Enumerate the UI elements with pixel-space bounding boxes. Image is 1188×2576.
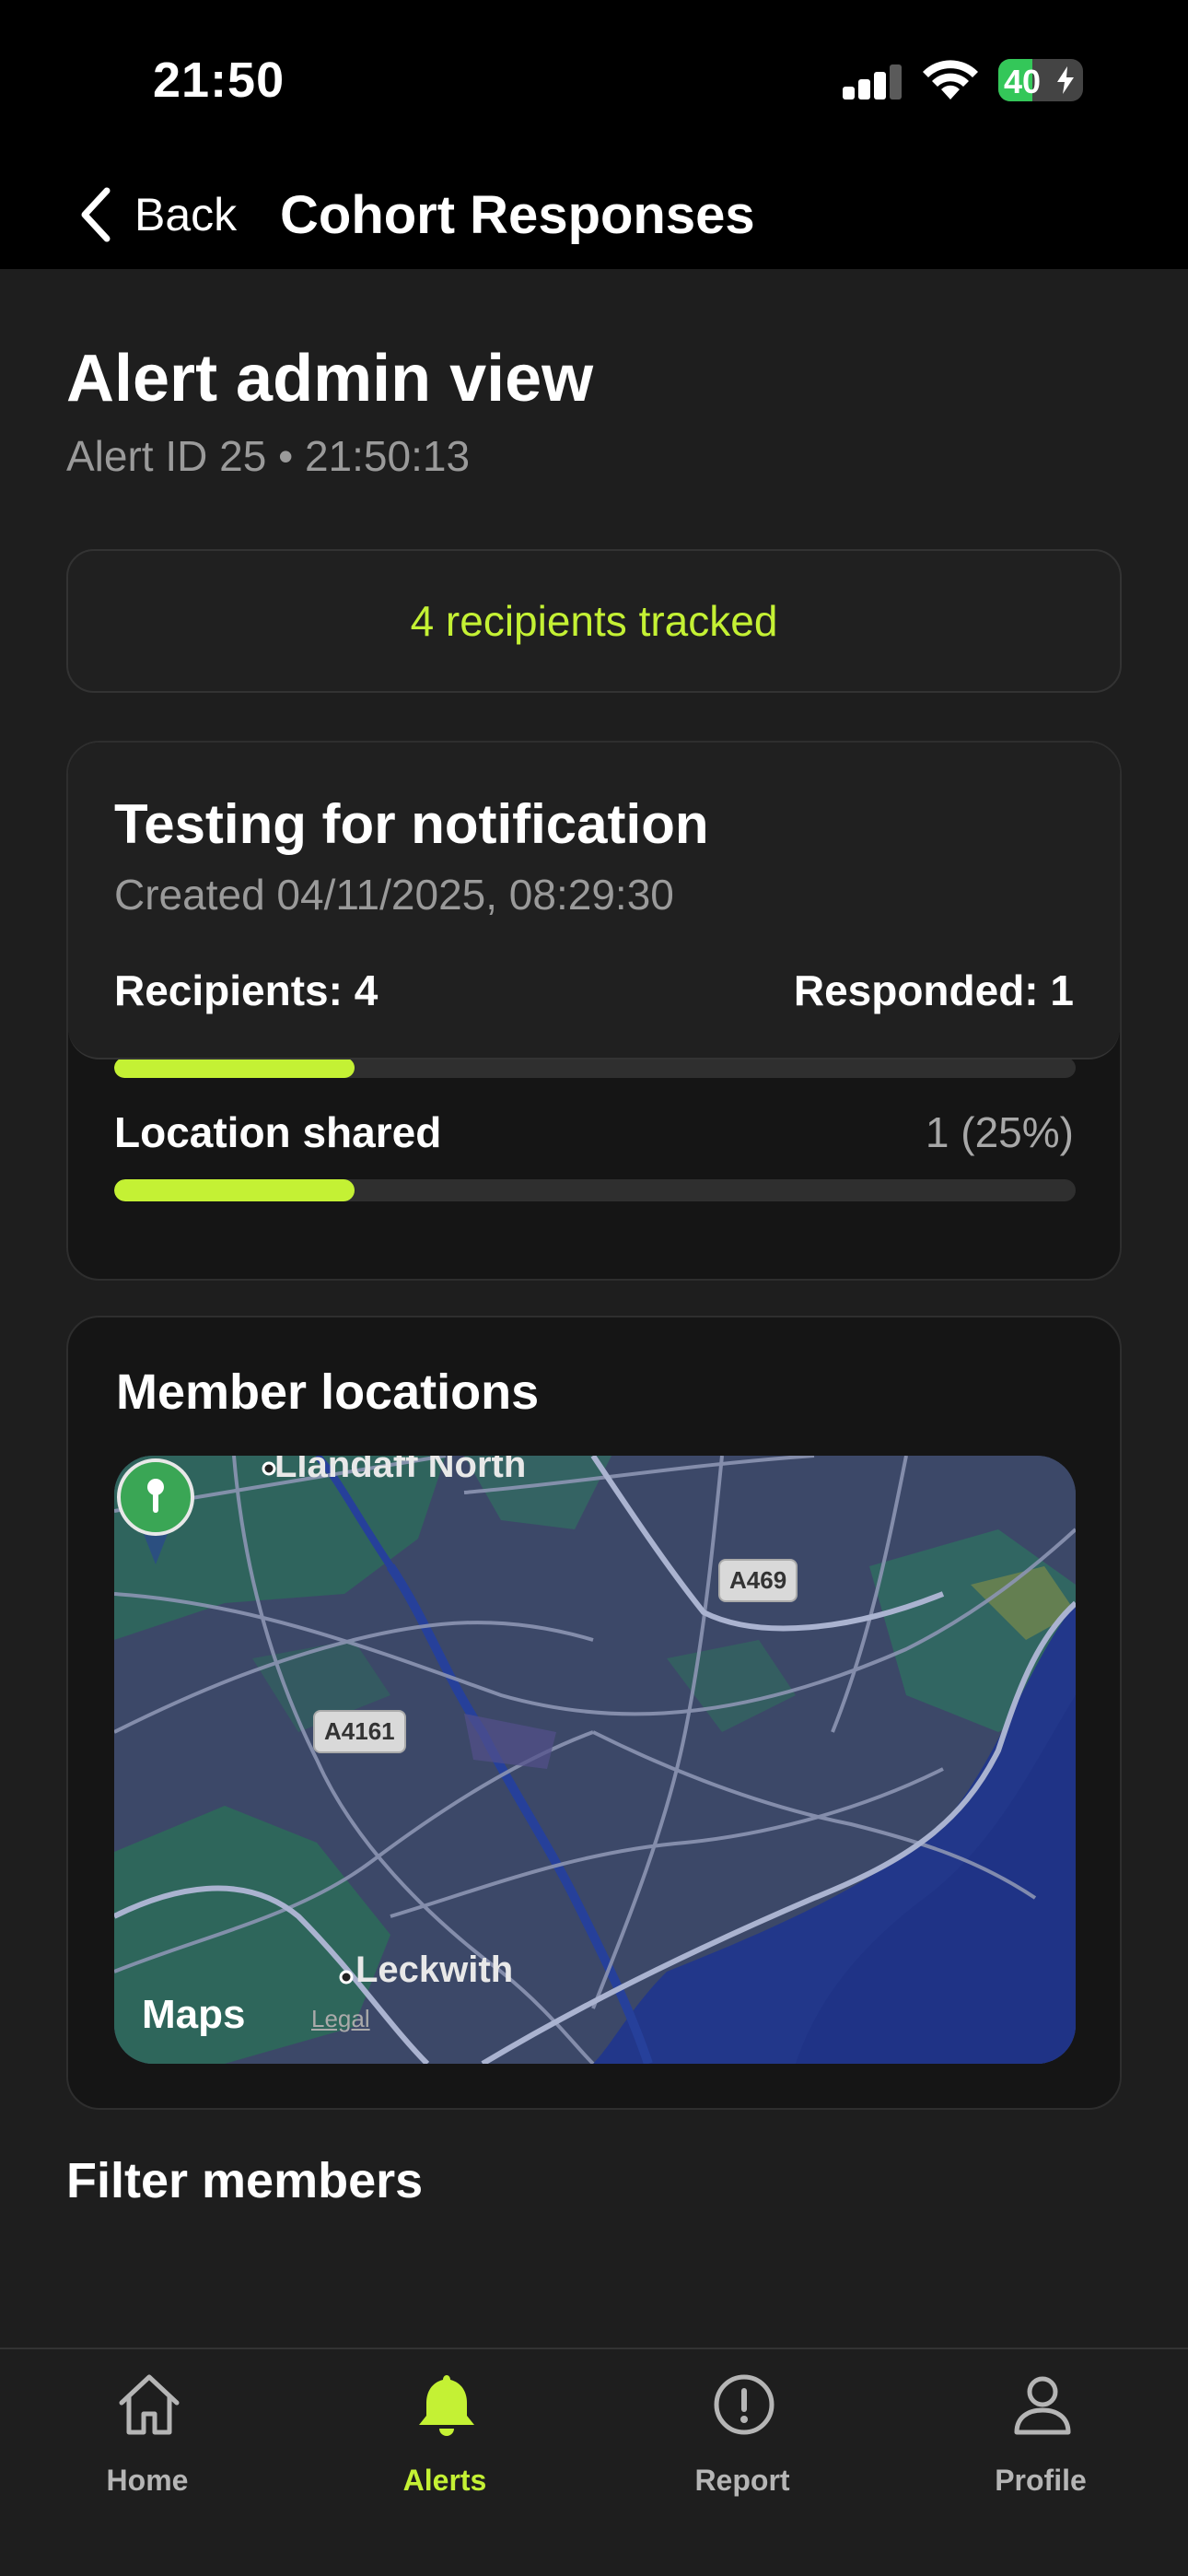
map-tiles bbox=[114, 1456, 1076, 2064]
recipients-tracked-card: 4 recipients tracked bbox=[66, 549, 1122, 693]
top-bar: 21:50 40 Back Cohort Responses bbox=[0, 0, 1188, 269]
filter-members-title: Filter members bbox=[66, 2153, 424, 2208]
recipients-tracked-text: 4 recipients tracked bbox=[410, 597, 778, 645]
tab-home[interactable]: Home bbox=[55, 2371, 239, 2510]
apple-maps-logo: Maps bbox=[142, 1992, 245, 2038]
tab-report-label: Report bbox=[694, 2464, 790, 2497]
map-view[interactable]: Llandaff North Leckwith A469 A4161 Maps … bbox=[114, 1456, 1076, 2064]
response-progress-fill bbox=[114, 1058, 355, 1078]
location-progress-fill bbox=[114, 1179, 355, 1201]
battery-icon: 40 bbox=[998, 59, 1083, 101]
recipients-count: Recipients: 4 bbox=[114, 966, 379, 1014]
alert-summary-header[interactable]: Testing for notification Created 04/11/2… bbox=[68, 743, 1120, 1060]
alert-name: Testing for notification bbox=[114, 793, 709, 855]
chevron-left-icon bbox=[81, 187, 111, 242]
alert-stats-card: Testing for notification Created 04/11/2… bbox=[66, 741, 1122, 1281]
tab-profile[interactable]: Profile bbox=[949, 2371, 1133, 2510]
road-badge-a469: A469 bbox=[718, 1559, 798, 1602]
road-badge-a4161: A4161 bbox=[313, 1710, 406, 1753]
bell-icon bbox=[419, 2375, 474, 2436]
map-legal-link[interactable]: Legal bbox=[311, 2005, 370, 2033]
battery-level: 40 bbox=[1004, 63, 1042, 100]
tab-profile-label: Profile bbox=[995, 2464, 1087, 2497]
maps-brand-text: Maps bbox=[142, 1992, 246, 2037]
map-label-top: Llandaff North bbox=[274, 1456, 527, 1485]
wifi-icon bbox=[923, 60, 978, 100]
back-button[interactable]: Back bbox=[77, 182, 237, 247]
page-subtitle: Alert ID 25 • 21:50:13 bbox=[66, 432, 471, 480]
tab-home-label: Home bbox=[106, 2464, 189, 2497]
back-label: Back bbox=[134, 189, 238, 240]
person-icon bbox=[1014, 2376, 1071, 2435]
response-progress-bar bbox=[114, 1058, 1076, 1078]
tab-bar: Home Alerts Report Profile bbox=[0, 2348, 1188, 2576]
map-pin-icon[interactable] bbox=[114, 1456, 197, 1566]
member-locations-title: Member locations bbox=[116, 1364, 540, 1420]
map-label-bottom: Leckwith bbox=[355, 1950, 514, 1990]
page-title: Alert admin view bbox=[66, 342, 594, 416]
location-progress-bar bbox=[114, 1179, 1076, 1201]
status-time: 21:50 bbox=[153, 53, 285, 108]
tab-alerts[interactable]: Alerts bbox=[353, 2371, 537, 2510]
nav-title: Cohort Responses bbox=[280, 185, 755, 245]
cellular-signal-icon bbox=[843, 64, 903, 100]
tab-report[interactable]: Report bbox=[650, 2371, 834, 2510]
exclamation-icon bbox=[714, 2374, 775, 2435]
location-shared-label: Location shared bbox=[114, 1108, 442, 1156]
member-locations-card: Member locations Llandaff North Leckwith… bbox=[66, 1316, 1122, 2110]
responded-count: Responded: 1 bbox=[793, 966, 1074, 1014]
app-screen: 21:50 40 Back Cohort Responses Alert adm… bbox=[0, 0, 1188, 2576]
location-shared-value: 1 (25%) bbox=[925, 1108, 1074, 1156]
alert-created: Created 04/11/2025, 08:29:30 bbox=[114, 871, 674, 919]
home-icon bbox=[119, 2374, 180, 2435]
tab-alerts-label: Alerts bbox=[402, 2464, 487, 2497]
